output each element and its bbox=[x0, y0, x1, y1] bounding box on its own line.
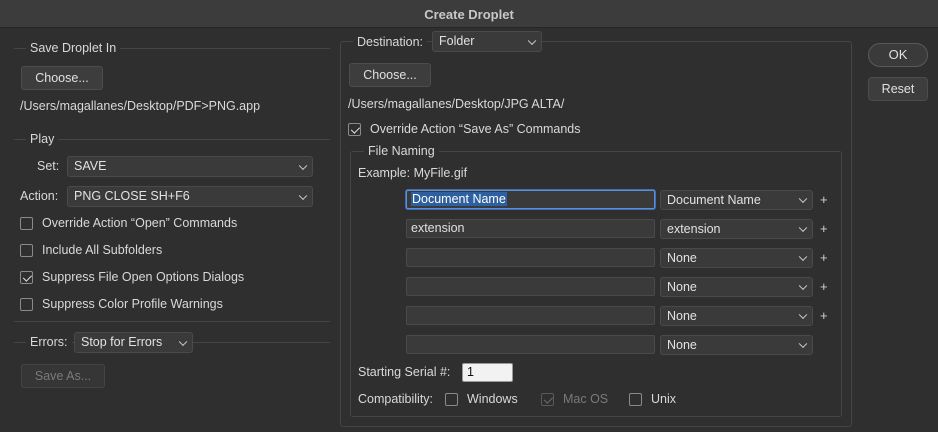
save-as-button[interactable]: Save As... bbox=[21, 364, 105, 388]
macos-checkbox bbox=[541, 393, 554, 406]
naming-select-2-value: extension bbox=[667, 222, 721, 236]
chevron-down-icon bbox=[798, 252, 808, 262]
naming-select-2[interactable]: extension bbox=[660, 219, 813, 239]
save-droplet-choose-button[interactable]: Choose... bbox=[21, 66, 103, 90]
override-open-checkbox[interactable] bbox=[20, 217, 33, 230]
suppress-color-warnings-label: Suppress Color Profile Warnings bbox=[42, 297, 223, 311]
destination-select-value: Folder bbox=[439, 34, 475, 48]
suppress-color-warnings-checkbox[interactable] bbox=[20, 298, 33, 311]
chevron-down-icon bbox=[798, 281, 808, 291]
save-droplet-path: /Users/magallanes/Desktop/PDF>PNG.app bbox=[20, 99, 261, 113]
naming-select-6-value: None bbox=[667, 338, 697, 352]
unix-checkbox[interactable] bbox=[629, 393, 642, 406]
naming-field-4[interactable] bbox=[406, 277, 655, 296]
title-bar: Create Droplet bbox=[0, 0, 938, 28]
destination-path: /Users/magallanes/Desktop/JPG ALTA/ bbox=[348, 97, 565, 111]
errors-label: Errors: bbox=[26, 335, 72, 349]
naming-select-1-value: Document Name bbox=[667, 193, 761, 207]
naming-select-4-value: None bbox=[667, 280, 697, 294]
naming-select-5-value: None bbox=[667, 309, 697, 323]
set-select[interactable]: SAVE bbox=[67, 156, 313, 177]
serial-input[interactable]: 1 bbox=[462, 363, 513, 382]
naming-field-2-text: extension bbox=[411, 221, 465, 235]
play-group bbox=[14, 139, 330, 140]
set-label: Set: bbox=[37, 159, 60, 173]
naming-select-5[interactable]: None bbox=[660, 306, 813, 326]
errors-select[interactable]: Stop for Errors bbox=[74, 332, 193, 353]
set-select-value: SAVE bbox=[74, 159, 107, 173]
naming-field-3[interactable] bbox=[406, 248, 655, 267]
ok-button[interactable]: OK bbox=[868, 43, 928, 67]
reset-button[interactable]: Reset bbox=[868, 77, 928, 101]
naming-select-6[interactable]: None bbox=[660, 335, 813, 355]
chevron-down-icon bbox=[527, 36, 537, 45]
play-group-bottom bbox=[14, 321, 330, 322]
chevron-down-icon bbox=[298, 161, 308, 170]
naming-select-3[interactable]: None bbox=[660, 248, 813, 268]
naming-select-1[interactable]: Document Name bbox=[660, 190, 813, 210]
include-subfolders-label: Include All Subfolders bbox=[42, 243, 163, 257]
action-select[interactable]: PNG CLOSE SH+F6 bbox=[67, 186, 313, 207]
add-row-icon[interactable]: + bbox=[820, 192, 828, 207]
unix-label: Unix bbox=[651, 392, 677, 406]
destination-label: Destination: bbox=[353, 35, 428, 49]
destination-select[interactable]: Folder bbox=[432, 31, 542, 52]
add-row-icon[interactable]: + bbox=[820, 279, 828, 294]
chevron-down-icon bbox=[798, 194, 808, 204]
serial-input-value: 1 bbox=[467, 365, 474, 379]
naming-field-5[interactable] bbox=[406, 306, 655, 325]
play-group-label: Play bbox=[26, 132, 59, 146]
include-subfolders-checkbox[interactable] bbox=[20, 244, 33, 257]
naming-field-6[interactable] bbox=[406, 335, 655, 354]
macos-label: Mac OS bbox=[563, 392, 609, 406]
file-naming-label: File Naming bbox=[364, 144, 439, 158]
naming-field-2[interactable]: extension bbox=[406, 219, 655, 238]
override-save-as-label: Override Action “Save As” Commands bbox=[370, 122, 581, 136]
chevron-down-icon bbox=[178, 337, 188, 346]
chevron-down-icon bbox=[798, 310, 808, 320]
add-row-icon[interactable]: + bbox=[820, 221, 828, 236]
compatibility-label: Compatibility: bbox=[358, 392, 434, 406]
destination-choose-button[interactable]: Choose... bbox=[349, 63, 431, 87]
override-save-as-checkbox[interactable] bbox=[348, 123, 361, 136]
naming-select-3-value: None bbox=[667, 251, 697, 265]
errors-select-value: Stop for Errors bbox=[81, 335, 163, 349]
save-droplet-group-label: Save Droplet In bbox=[26, 41, 121, 55]
action-select-value: PNG CLOSE SH+F6 bbox=[74, 189, 190, 203]
serial-label: Starting Serial #: bbox=[358, 365, 451, 379]
override-open-label: Override Action “Open” Commands bbox=[42, 216, 238, 230]
window-title: Create Droplet bbox=[424, 7, 514, 22]
naming-field-1-text: Document Name bbox=[411, 192, 507, 206]
chevron-down-icon bbox=[298, 191, 308, 200]
windows-label: Windows bbox=[467, 392, 518, 406]
naming-select-4[interactable]: None bbox=[660, 277, 813, 297]
windows-checkbox[interactable] bbox=[445, 393, 458, 406]
action-label: Action: bbox=[20, 189, 59, 203]
suppress-open-options-checkbox[interactable] bbox=[20, 271, 33, 284]
file-naming-example: Example: MyFile.gif bbox=[358, 166, 468, 180]
chevron-down-icon bbox=[798, 339, 808, 349]
naming-field-1[interactable]: Document Name bbox=[406, 190, 655, 209]
add-row-icon[interactable]: + bbox=[820, 250, 828, 265]
chevron-down-icon bbox=[798, 223, 808, 233]
add-row-icon[interactable]: + bbox=[820, 308, 828, 323]
suppress-open-options-label: Suppress File Open Options Dialogs bbox=[42, 270, 245, 284]
